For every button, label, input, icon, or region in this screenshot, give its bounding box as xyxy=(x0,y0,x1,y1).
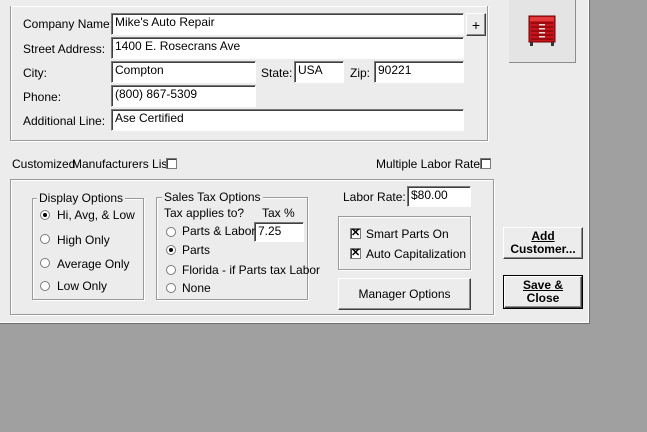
auto-capitalization-label[interactable]: Auto Capitalization xyxy=(366,247,466,261)
radio-florida[interactable] xyxy=(166,265,176,275)
tax-percent-label: Tax % xyxy=(262,206,295,220)
company-name-field[interactable]: Mike's Auto Repair xyxy=(111,13,464,35)
radio-high-only[interactable] xyxy=(40,234,50,244)
radio-hi-avg-low[interactable] xyxy=(40,210,50,220)
additional-line-label: Additional Line: xyxy=(23,114,106,128)
toolbox-icon xyxy=(528,15,556,46)
radio-average-only[interactable] xyxy=(40,258,50,268)
street-address-label: Street Address: xyxy=(23,42,106,56)
company-name-label: Company Name: xyxy=(23,17,114,31)
florida-label[interactable]: Florida - if Parts tax Labor xyxy=(182,263,320,277)
save-close-line2: Close xyxy=(526,291,560,305)
save-close-button[interactable]: Save & Close xyxy=(503,275,583,309)
manufacturers-list-checkbox[interactable] xyxy=(166,158,177,169)
additional-line-field[interactable]: Ase Certified xyxy=(111,109,464,131)
settings-dialog: Company Name: Mike's Auto Repair + Stree… xyxy=(0,0,590,324)
add-customer-button[interactable]: Add Customer... xyxy=(503,227,583,259)
city-label: City: xyxy=(23,66,47,80)
radio-parts[interactable] xyxy=(166,245,176,255)
radio-parts-and-labor[interactable] xyxy=(166,227,176,237)
parts-label[interactable]: Parts xyxy=(182,243,210,257)
parts-and-labor-label[interactable]: Parts & Labor xyxy=(182,224,255,238)
add-customer-line2: Customer... xyxy=(510,242,576,256)
phone-label: Phone: xyxy=(23,90,62,104)
smart-options-group xyxy=(338,216,471,270)
state-label: State: xyxy=(261,66,293,80)
auto-capitalization-checkbox[interactable]: ✕ xyxy=(350,248,361,259)
display-options-title: Display Options xyxy=(37,191,126,205)
radio-none[interactable] xyxy=(166,283,176,293)
hi-avg-low-label[interactable]: Hi, Avg, & Low xyxy=(57,208,135,222)
labor-rate-label: Labor Rate: xyxy=(343,190,406,204)
sales-tax-title: Sales Tax Options xyxy=(162,190,263,204)
customized-label: Customized xyxy=(12,157,76,171)
low-only-label[interactable]: Low Only xyxy=(57,279,107,293)
logo-panel xyxy=(509,0,576,63)
manufacturers-list-label: Manufacturers List xyxy=(72,157,171,171)
state-field[interactable]: USA xyxy=(294,61,344,83)
add-company-plus-button[interactable]: + xyxy=(466,13,486,36)
radio-low-only[interactable] xyxy=(40,281,50,291)
multiple-labor-rates-checkbox[interactable] xyxy=(480,158,491,169)
labor-rate-field[interactable]: $80.00 xyxy=(407,186,471,207)
zip-label: Zip: xyxy=(350,66,371,80)
phone-field[interactable]: (800) 867-5309 xyxy=(111,85,256,107)
manager-options-button[interactable]: Manager Options xyxy=(338,278,471,310)
tax-percent-field[interactable]: 7.25 xyxy=(254,222,304,242)
street-address-field[interactable]: 1400 E. Rosecrans Ave xyxy=(111,37,464,59)
none-label[interactable]: None xyxy=(182,281,211,295)
city-field[interactable]: Compton xyxy=(111,61,256,83)
smart-parts-checkbox[interactable]: ✕ xyxy=(350,228,361,239)
zip-field[interactable]: 90221 xyxy=(374,61,464,83)
tax-applies-label: Tax applies to? xyxy=(164,206,245,220)
smart-parts-label[interactable]: Smart Parts On xyxy=(366,227,449,241)
average-only-label[interactable]: Average Only xyxy=(57,257,130,271)
high-only-label[interactable]: High Only xyxy=(57,233,110,247)
multiple-labor-rates-label: Multiple Labor Rates xyxy=(376,157,487,171)
